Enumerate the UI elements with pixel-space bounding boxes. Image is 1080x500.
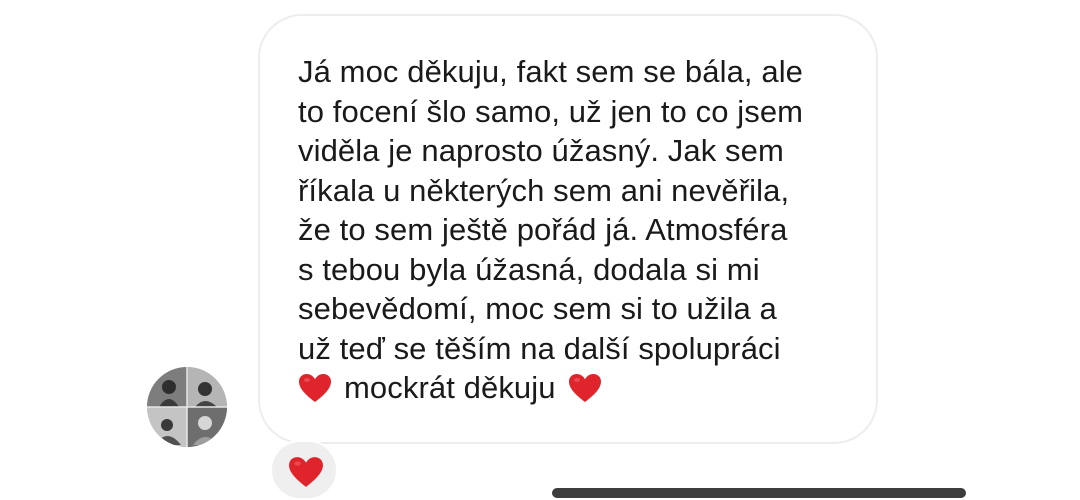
red-heart-reaction-icon [289, 457, 323, 487]
red-heart-emoji-icon [299, 374, 331, 402]
message-last-line-text: mockrát děkuju [344, 370, 556, 405]
message-line: říkala u některých sem ani nevěřila, [298, 172, 790, 208]
red-heart-emoji-icon [568, 374, 601, 402]
message-line: Já moc děkuju, fakt sem se bála, ale [298, 54, 804, 89]
message-line: viděla je naprosto úžasný. Jak sem [298, 133, 784, 168]
avatar-photo-collage [147, 367, 227, 447]
bottom-bar [552, 488, 966, 498]
message-line: už teď se těším na další spolupráci [298, 330, 781, 366]
message-reaction[interactable] [270, 440, 338, 500]
received-message-bubble[interactable]: Já moc děkuju, fakt sem se bála, ale to … [258, 14, 878, 444]
message-line: s tebou byla úžasná, dodala si mi [298, 251, 760, 287]
message-last-line: mockrát děkuju [298, 368, 846, 408]
message-line: to focení šlo samo, už jen to co jsem [298, 93, 804, 129]
message-line: sebevědomí, moc sem si to užila a [298, 291, 777, 326]
message-line: že to sem ještě pořád já. Atmosféra [298, 212, 788, 247]
sender-avatar[interactable] [147, 367, 227, 447]
